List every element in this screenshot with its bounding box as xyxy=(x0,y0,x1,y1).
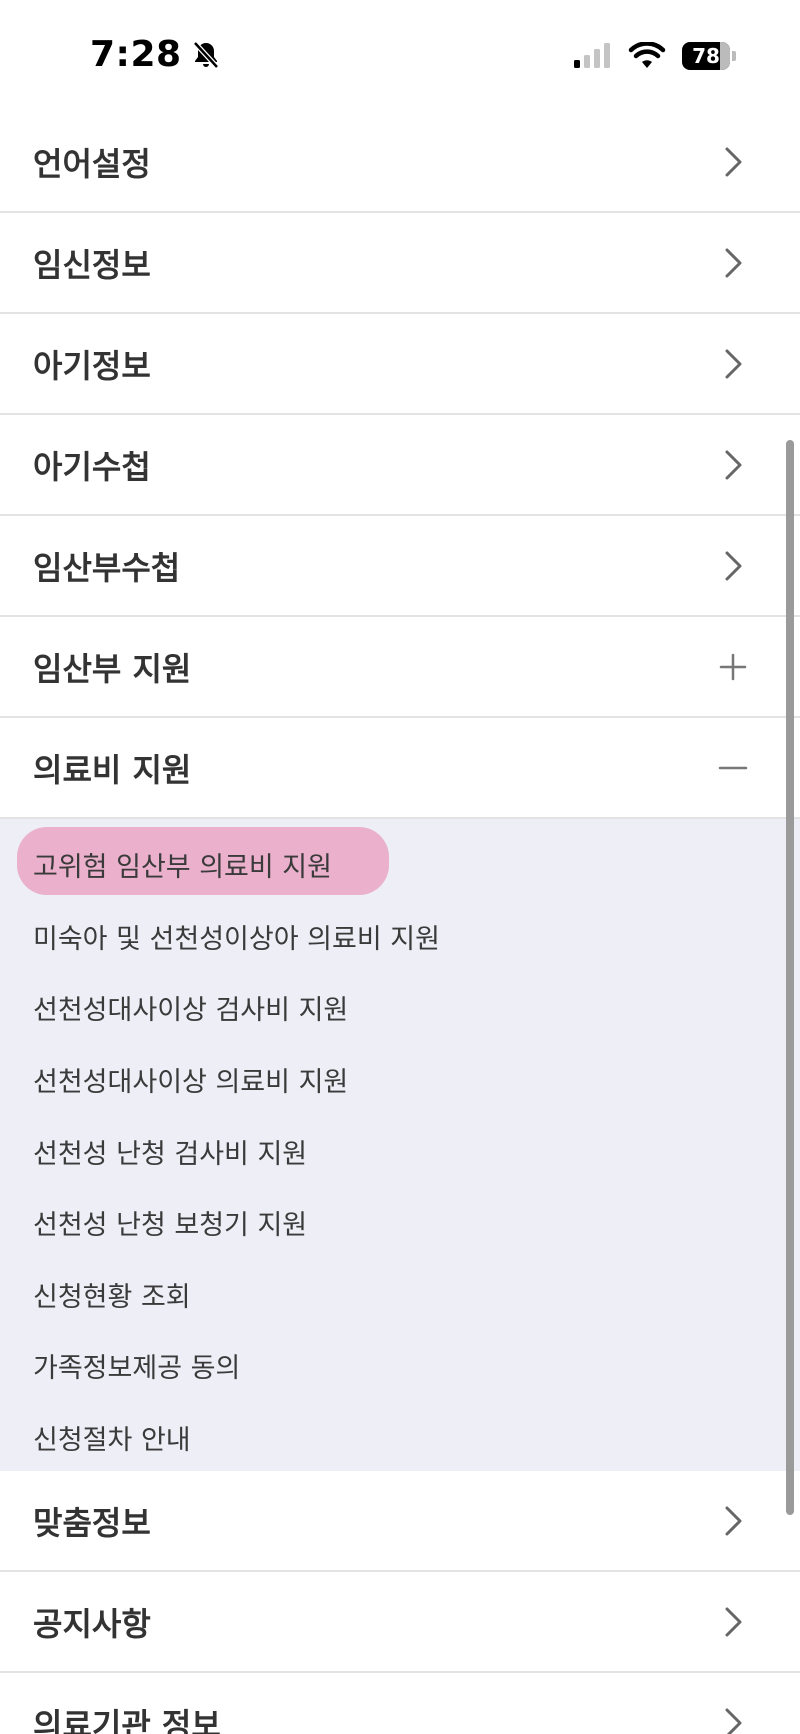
menu-item-label: 의료비 지원 xyxy=(33,750,192,789)
menu-item-maternity-notebook[interactable]: 임산부수첩 xyxy=(0,516,800,617)
submenu-item-hearing-aid[interactable]: 선천성 난청 보청기 지원 xyxy=(0,1187,800,1259)
submenu-item-label: 고위험 임산부 의료비 지원 xyxy=(33,852,332,884)
menu-item-medical-institutions[interactable]: 의료기관 정보 xyxy=(0,1673,800,1734)
submenu-item-family-consent[interactable]: 가족정보제공 동의 xyxy=(0,1330,800,1402)
submenu-item-label: 신청현황 조회 xyxy=(33,1281,191,1313)
submenu-item-metabolic-medical[interactable]: 선천성대사이상 의료비 지원 xyxy=(0,1044,800,1116)
menu-item-baby-info[interactable]: 아기정보 xyxy=(0,314,800,415)
chevron-right-icon xyxy=(725,349,742,378)
submenu-item-label: 선천성대사이상 의료비 지원 xyxy=(33,1067,349,1099)
chevron-right-icon xyxy=(725,1607,742,1636)
submenu-item-label: 선천성 난청 보청기 지원 xyxy=(33,1210,308,1242)
menu-item-label: 의료기관 정보 xyxy=(33,1705,221,1734)
app-screen: 7:28 78 언어설정 임신정보 아기정보 아기수첩 임산부수첩 임산부 지원… xyxy=(0,0,800,1734)
menu-item-baby-notebook[interactable]: 아기수첩 xyxy=(0,415,800,516)
medical-support-submenu: 고위험 임산부 의료비 지원 미숙아 및 선천성이상아 의료비 지원 선천성대사… xyxy=(0,819,800,1471)
menu-item-label: 맞춤정보 xyxy=(33,1503,151,1542)
menu-item-notices[interactable]: 공지사항 xyxy=(0,1572,800,1673)
submenu-item-label: 가족정보제공 동의 xyxy=(33,1353,241,1385)
menu-item-language[interactable]: 언어설정 xyxy=(0,112,800,213)
chevron-right-icon xyxy=(725,147,742,176)
status-bar: 7:28 78 xyxy=(0,0,800,110)
submenu-item-label: 신청절차 안내 xyxy=(33,1425,191,1457)
menu-item-maternity-support[interactable]: 임산부 지원 xyxy=(0,617,800,718)
settings-menu: 언어설정 임신정보 아기정보 아기수첩 임산부수첩 임산부 지원 의료비 지원 xyxy=(0,112,800,1734)
chevron-right-icon xyxy=(725,248,742,277)
menu-item-label: 임산부수첩 xyxy=(33,548,181,587)
menu-item-label: 아기수첩 xyxy=(33,447,151,486)
minus-icon xyxy=(718,766,748,769)
status-indicators: 78 xyxy=(572,42,736,70)
submenu-item-label: 미숙아 및 선천성이상아 의료비 지원 xyxy=(33,923,440,955)
menu-item-label: 아기정보 xyxy=(33,346,151,385)
menu-item-custom-info[interactable]: 맞춤정보 xyxy=(0,1471,800,1572)
submenu-item-hearing-test[interactable]: 선천성 난청 검사비 지원 xyxy=(0,1115,800,1187)
menu-item-pregnancy-info[interactable]: 임신정보 xyxy=(0,213,800,314)
submenu-item-application-status[interactable]: 신청현황 조회 xyxy=(0,1259,800,1331)
battery-cap xyxy=(732,51,736,61)
wifi-icon xyxy=(628,42,666,68)
bell-muted-icon xyxy=(192,40,219,69)
menu-item-label: 임신정보 xyxy=(33,245,151,284)
scrollbar[interactable] xyxy=(786,440,794,1515)
clock: 7:28 xyxy=(90,34,182,75)
battery-icon: 78 xyxy=(682,42,730,70)
plus-icon xyxy=(719,653,747,680)
submenu-item-premature-infant[interactable]: 미숙아 및 선천성이상아 의료비 지원 xyxy=(0,901,800,973)
chevron-right-icon xyxy=(725,551,742,580)
menu-item-label: 공지사항 xyxy=(33,1604,151,1643)
battery-level: 78 xyxy=(692,44,720,68)
submenu-item-application-guide[interactable]: 신청절차 안내 xyxy=(0,1402,800,1474)
menu-item-medical-support[interactable]: 의료비 지원 xyxy=(0,718,800,819)
submenu-item-metabolic-test[interactable]: 선천성대사이상 검사비 지원 xyxy=(0,972,800,1044)
chevron-right-icon xyxy=(725,450,742,479)
menu-item-label: 임산부 지원 xyxy=(33,649,192,688)
chevron-right-icon xyxy=(725,1708,742,1734)
menu-item-label: 언어설정 xyxy=(33,144,151,183)
submenu-item-label: 선천성 난청 검사비 지원 xyxy=(33,1138,308,1170)
chevron-right-icon xyxy=(725,1506,742,1535)
submenu-item-label: 선천성대사이상 검사비 지원 xyxy=(33,995,349,1027)
clock-group: 7:28 xyxy=(90,34,222,75)
cellular-signal-icon xyxy=(574,43,610,68)
